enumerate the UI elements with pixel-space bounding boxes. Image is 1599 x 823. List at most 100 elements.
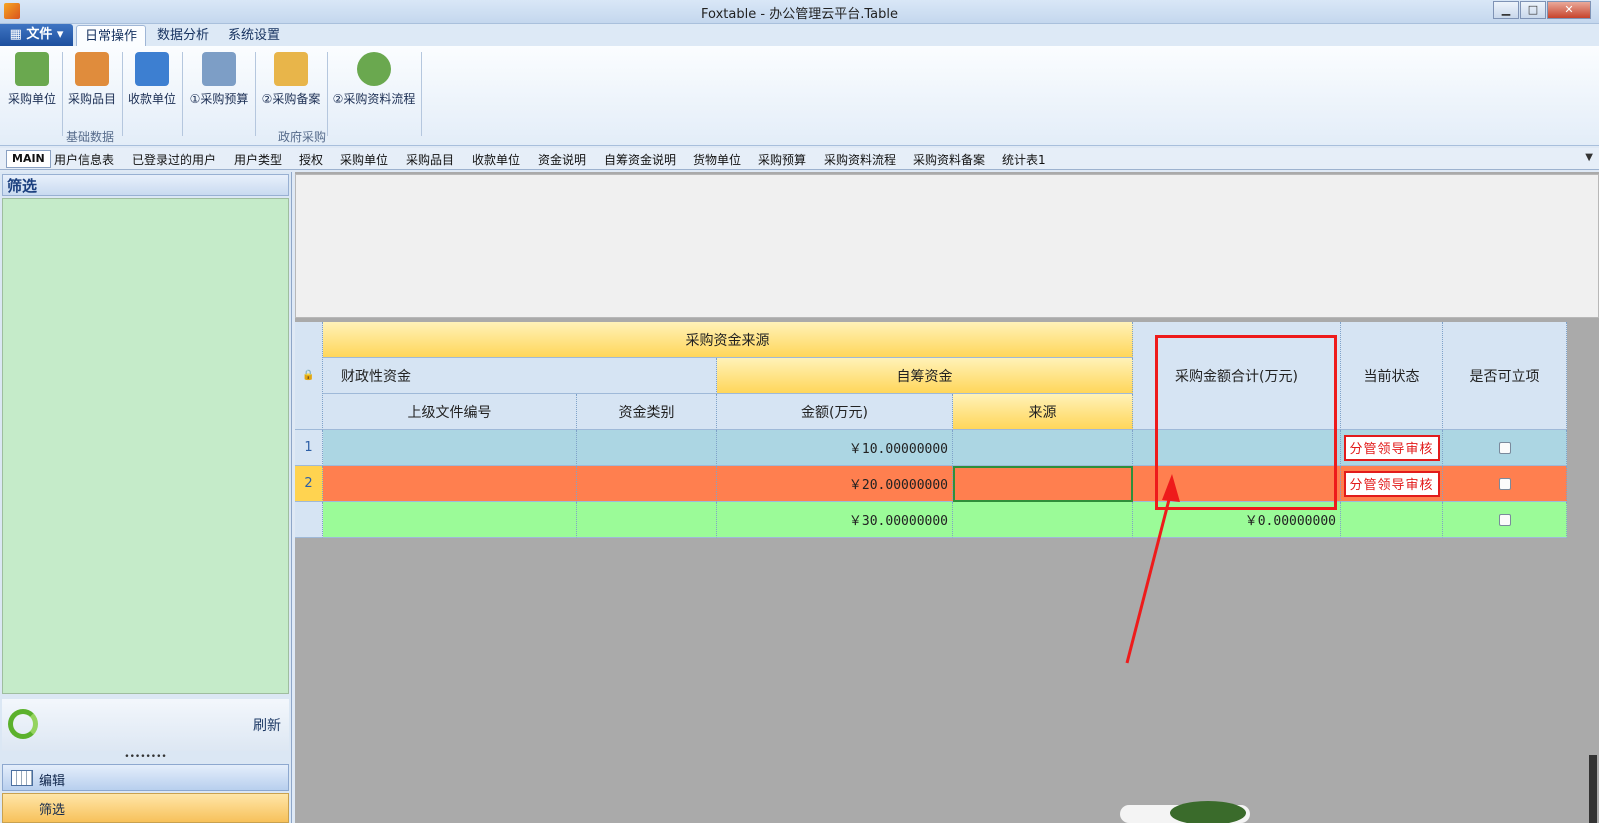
ribbon-button-budget[interactable]: ①采购预算 [187,52,251,107]
table-tab[interactable]: 收款单位 [472,151,520,168]
group-separator [182,52,183,136]
window-controls: ▁ □ ✕ [1492,1,1591,19]
table-tab[interactable]: 用户类型 [234,151,282,168]
table-tab[interactable]: 统计表1 [1002,151,1046,168]
data-grid: 🔒 采购资金来源 采购金额合计(万元) 当前状态 是否可立项 财政性资金 自筹资… [295,322,1599,542]
refresh-icon[interactable] [8,709,38,739]
ribbon-separator [255,52,256,136]
cell-doc-number[interactable] [323,430,577,466]
row-number[interactable]: 2 [295,466,323,502]
vertical-scrollbar[interactable] [1589,755,1597,823]
cell-approvable[interactable] [1443,466,1567,502]
ribbon-button-flow[interactable]: ②采购资料流程 [331,52,417,107]
summary-approvable [1443,502,1567,538]
nav-item-label: 筛选 [39,803,66,818]
header-fund-type[interactable]: 资金类别 [577,394,717,430]
header-source[interactable]: 来源 [953,394,1133,430]
filter-panel: 筛选 刷新 •••••••• 编辑 筛选 [0,172,292,823]
main-area: 🔒 采购资金来源 采购金额合计(万元) 当前状态 是否可立项 财政性资金 自筹资… [295,172,1599,823]
ribbon-button-purchase-item[interactable]: 采购品目 [66,52,118,107]
table-tab[interactable]: 采购单位 [340,151,388,168]
ribbon-label: 采购单位 [7,92,56,106]
splitter-grip[interactable]: •••••••• [2,753,289,762]
table-tab[interactable]: 货物单位 [693,151,741,168]
cell-doc-number[interactable] [323,466,577,502]
document-list-icon [75,52,109,86]
folder-database-icon [274,52,308,86]
ribbon-label: ①采购预算 [189,92,249,106]
table-tab[interactable]: 采购品目 [406,151,454,168]
approvable-checkbox[interactable] [1498,441,1511,454]
header-doc-number[interactable]: 上级文件编号 [323,394,577,430]
ribbon-separator [62,52,63,136]
table-tab[interactable]: 已登录过的用户 [132,151,216,168]
maximize-button[interactable]: □ [1520,1,1546,19]
top-pane [295,174,1599,318]
row-number [295,502,323,538]
refresh-label[interactable]: 刷新 [253,715,281,735]
ribbon-label: ②采购备案 [261,92,321,106]
ribbon-label: 采购品目 [67,92,116,106]
decorative-image [1120,801,1250,823]
person-card-icon [15,52,49,86]
summary-status [1341,502,1443,538]
summary-amount: ￥30.00000000 [717,502,953,538]
table-tab[interactable]: 资金说明 [538,151,586,168]
help-flow-icon [357,52,391,86]
tab-analysis[interactable]: 数据分析 [149,25,217,46]
cell-amount[interactable]: ￥20.00000000 [717,466,953,502]
approvable-checkbox[interactable] [1498,477,1511,490]
tab-settings[interactable]: 系统设置 [220,25,288,46]
ribbon: 采购单位 采购品目 收款单位 基础数据 ①采购预算 ②采购备案 ②采购资料流程 … [0,46,1599,146]
cell-fund-type[interactable] [577,466,717,502]
spreadsheet-icon [202,52,236,86]
cell-status[interactable]: 分管领导审核 [1341,466,1443,502]
minimize-button[interactable]: ▁ [1493,1,1519,19]
header-fiscal: 财政性资金 [323,358,717,394]
table-tab[interactable]: 采购资料备案 [913,151,985,168]
refresh-bar[interactable]: 刷新 [2,699,289,751]
group-label-basic: 基础数据 [65,130,114,144]
ribbon-label: ②采购资料流程 [332,92,416,106]
table-tab-bar: MAIN 用户信息表 已登录过的用户 用户类型 授权 采购单位 采购品目 收款单… [0,148,1599,170]
table-tab[interactable]: 采购资料流程 [824,151,896,168]
close-button[interactable]: ✕ [1547,1,1591,19]
table-tab-main[interactable]: MAIN [6,150,51,168]
nav-item-edit[interactable]: 编辑 [2,764,289,791]
users-icon [135,52,169,86]
table-tab[interactable]: 采购预算 [758,151,806,168]
file-menu-button[interactable]: ▦ 文件 ▾ [0,24,73,46]
header-amount[interactable]: 金额(万元) [717,394,953,430]
row-number[interactable]: 1 [295,430,323,466]
window-title: Foxtable - 办公管理云平台.Table [701,7,898,22]
ribbon-button-filing[interactable]: ②采购备案 [259,52,323,107]
nav-item-label: 编辑 [39,774,66,789]
grid-corner[interactable]: 🔒 [295,322,323,430]
status-badge: 分管领导审核 [1343,470,1440,497]
lock-icon: 🔒 [302,370,315,381]
nav-item-filter[interactable]: 筛选 [2,793,289,823]
approvable-checkbox [1498,513,1511,526]
cell-amount[interactable]: ￥10.00000000 [717,430,953,466]
group-label-gov: 政府采购 [277,130,326,144]
header-self-funded: 自筹资金 [717,358,1133,394]
cell-fund-type[interactable] [577,430,717,466]
header-status[interactable]: 当前状态 [1341,322,1443,430]
filter-area[interactable] [2,198,289,694]
ribbon-button-purchase-unit[interactable]: 采购单位 [6,52,58,107]
cell-status[interactable]: 分管领导审核 [1341,430,1443,466]
ribbon-button-payee[interactable]: 收款单位 [126,52,178,107]
header-approvable[interactable]: 是否可立项 [1443,322,1567,430]
table-tab[interactable]: 用户信息表 [54,151,114,168]
title-bar: Foxtable - 办公管理云平台.Table ▁ □ ✕ [0,0,1599,24]
table-tab[interactable]: 授权 [299,151,323,168]
ribbon-separator [327,52,328,136]
header-funding-source: 采购资金来源 [323,322,1133,358]
tab-dropdown-icon[interactable]: ▼ [1585,152,1593,163]
annotation-arrow [1125,474,1180,664]
table-tab[interactable]: 自筹资金说明 [604,151,676,168]
tab-daily[interactable]: 日常操作 [76,25,147,46]
menu-row: ▦ 文件 ▾ 日常操作 数据分析 系统设置 [0,24,1599,46]
cell-approvable[interactable] [1443,430,1567,466]
ribbon-separator [122,52,123,136]
